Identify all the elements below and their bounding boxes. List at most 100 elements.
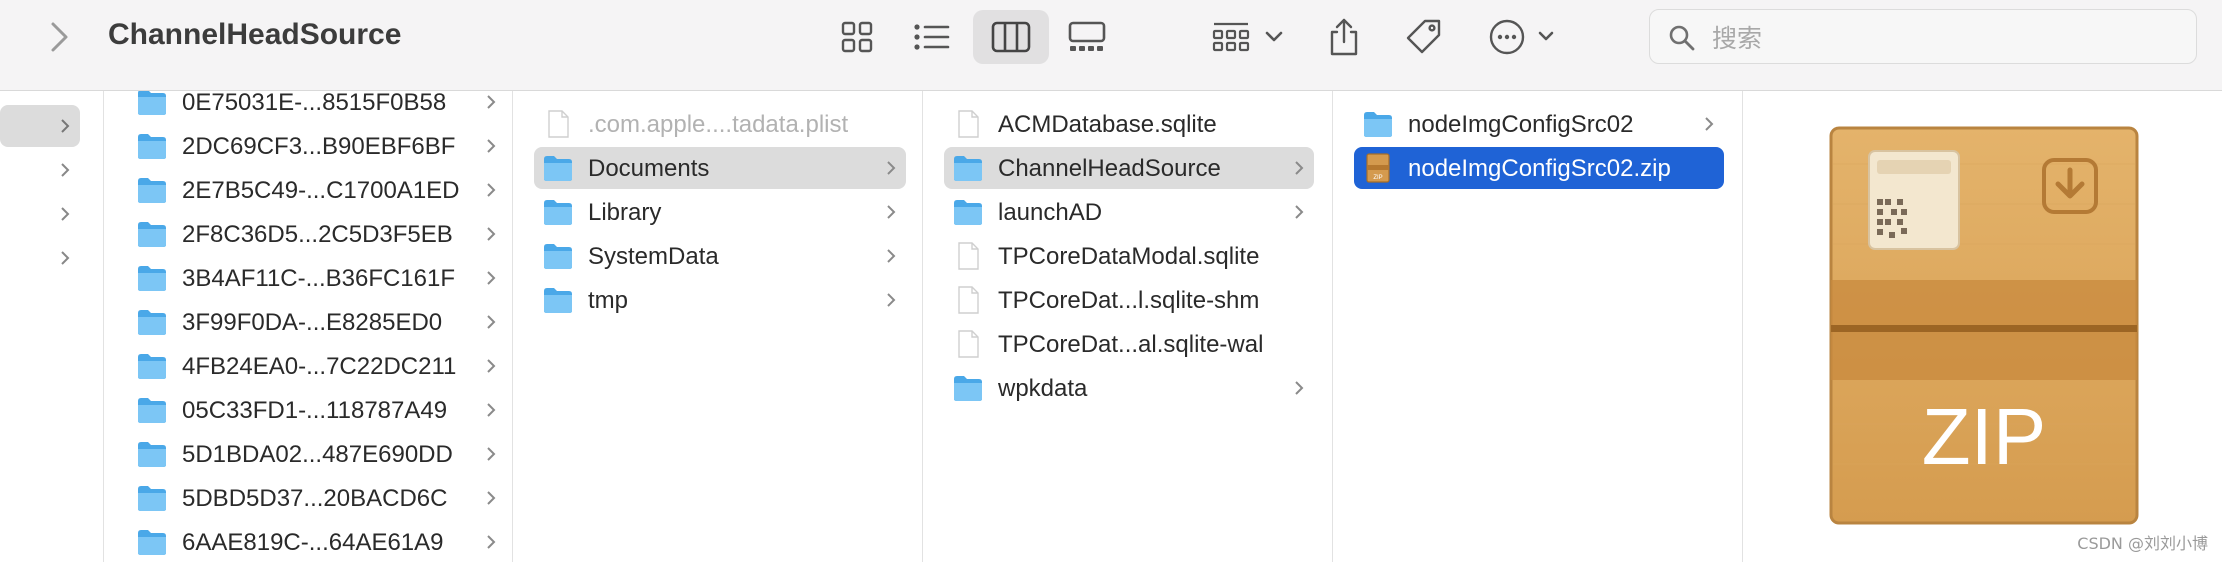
list-item[interactable]: SystemData bbox=[534, 235, 906, 277]
list-item[interactable]: 2E7B5C49-...C1700A1ED bbox=[128, 169, 506, 211]
list-item-selected[interactable]: ZIP nodeImgConfigSrc02.zip bbox=[1354, 147, 1724, 189]
list-item[interactable]: 5DBD5D37...20BACD6C bbox=[128, 477, 506, 519]
chevron-right-icon bbox=[486, 490, 496, 506]
svg-text:ZIP: ZIP bbox=[1373, 175, 1382, 181]
folder-icon bbox=[1362, 109, 1394, 139]
chevron-down-icon bbox=[1265, 31, 1283, 42]
document-icon bbox=[952, 241, 984, 271]
list-item[interactable]: 3B4AF11C-...B36FC161F bbox=[128, 257, 506, 299]
item-label: nodeImgConfigSrc02.zip bbox=[1408, 155, 1671, 182]
column-view-button[interactable] bbox=[973, 10, 1049, 64]
item-label: 3F99F0DA-...E8285ED0 bbox=[182, 309, 443, 336]
list-item[interactable]: .com.apple....tadata.plist bbox=[534, 103, 906, 145]
list-item[interactable]: 3F99F0DA-...E8285ED0 bbox=[128, 301, 506, 343]
folder-icon bbox=[136, 219, 168, 249]
list-item[interactable]: tmp bbox=[534, 279, 906, 321]
list-item[interactable] bbox=[0, 237, 80, 279]
list-item[interactable]: TPCoreDataModal.sqlite bbox=[944, 235, 1314, 277]
item-label: ACMDatabase.sqlite bbox=[998, 111, 1217, 138]
folder-icon bbox=[136, 351, 168, 381]
chevron-right-icon bbox=[886, 160, 896, 176]
chevron-down-icon bbox=[1538, 31, 1554, 41]
list-item[interactable]: wpkdata bbox=[944, 367, 1314, 409]
list-item[interactable]: TPCoreDat...l.sqlite-shm bbox=[944, 279, 1314, 321]
item-label: wpkdata bbox=[998, 375, 1088, 402]
column-uuid-folders: 0E75031E-...8515F0B58 2DC69CF3...B90EBF6B… bbox=[104, 91, 513, 562]
list-item[interactable]: 0E75031E-...8515F0B58 bbox=[128, 91, 506, 123]
folder-icon bbox=[136, 527, 168, 557]
forward-button[interactable] bbox=[44, 20, 74, 54]
folder-icon bbox=[136, 91, 168, 117]
item-label: Library bbox=[588, 199, 662, 226]
item-label: 3B4AF11C-...B36FC161F bbox=[182, 265, 456, 292]
chevron-right-icon bbox=[1294, 160, 1304, 176]
watermark: CSDN @刘刘小博 bbox=[2077, 534, 2208, 553]
chevron-right-icon bbox=[1294, 380, 1304, 396]
folder-icon bbox=[542, 285, 574, 315]
chevron-right-icon bbox=[61, 163, 70, 177]
document-icon bbox=[952, 109, 984, 139]
folder-icon bbox=[542, 153, 574, 183]
gallery-view-icon bbox=[1068, 21, 1106, 51]
folder-icon bbox=[542, 241, 574, 271]
item-label: 5D1BDA02...487E690DD bbox=[182, 441, 453, 468]
zip-archive-icon: ZIP bbox=[1829, 126, 2139, 525]
list-item-selected[interactable]: ChannelHeadSource bbox=[944, 147, 1314, 189]
list-item[interactable]: Library bbox=[534, 191, 906, 233]
list-item[interactable]: 2DC69CF3...B90EBF6BF bbox=[128, 125, 506, 167]
chevron-right-icon bbox=[61, 251, 70, 265]
list-item[interactable]: 6AAE819C-...64AE61A9 bbox=[128, 521, 506, 562]
zip-file-icon: ZIP bbox=[1362, 153, 1394, 183]
list-view-button[interactable] bbox=[908, 10, 956, 64]
chevron-right-icon bbox=[486, 534, 496, 550]
zip-preview: ZIP bbox=[1827, 124, 2141, 529]
list-item[interactable]: launchAD bbox=[944, 191, 1314, 233]
tag-button[interactable] bbox=[1402, 10, 1446, 64]
list-item[interactable] bbox=[0, 149, 80, 191]
chevron-right-icon bbox=[886, 292, 896, 308]
chevron-right-icon bbox=[61, 119, 70, 133]
item-label: 4FB24EA0-...7C22DC211 bbox=[182, 353, 457, 380]
chevron-right-icon bbox=[61, 207, 70, 221]
zip-badge-text: ZIP bbox=[1922, 392, 2046, 481]
item-label: nodeImgConfigSrc02 bbox=[1408, 111, 1634, 138]
search-field[interactable] bbox=[1649, 9, 2197, 64]
share-button[interactable] bbox=[1324, 10, 1364, 64]
list-item-selected[interactable]: Documents bbox=[534, 147, 906, 189]
gallery-view-button[interactable] bbox=[1063, 10, 1111, 64]
search-input[interactable] bbox=[1710, 18, 2174, 58]
icon-view-button[interactable] bbox=[833, 10, 881, 64]
item-label: Documents bbox=[588, 155, 710, 182]
folder-icon bbox=[952, 197, 984, 227]
list-item[interactable]: 4FB24EA0-...7C22DC211 bbox=[128, 345, 506, 387]
list-item[interactable]: 05C33FD1-...118787A49 bbox=[128, 389, 506, 431]
folder-icon bbox=[952, 373, 984, 403]
more-actions-button[interactable] bbox=[1488, 10, 1560, 64]
item-label: 5DBD5D37...20BACD6C bbox=[182, 485, 448, 512]
column-documents: ACMDatabase.sqlite ChannelHeadSource launc… bbox=[923, 91, 1333, 562]
list-item-selected[interactable] bbox=[0, 105, 80, 147]
list-item[interactable] bbox=[0, 193, 80, 235]
document-icon bbox=[952, 329, 984, 359]
chevron-right-icon bbox=[1704, 116, 1714, 132]
folder-icon bbox=[136, 175, 168, 205]
window-title: ChannelHeadSource bbox=[108, 18, 402, 51]
group-button[interactable] bbox=[1212, 10, 1286, 64]
list-view-icon bbox=[914, 24, 950, 50]
list-item[interactable]: 2F8C36D5...2C5D3F5EB bbox=[128, 213, 506, 255]
chevron-right-icon bbox=[486, 402, 496, 418]
folder-icon bbox=[136, 307, 168, 337]
list-item[interactable]: TPCoreDat...al.sqlite-wal bbox=[944, 323, 1314, 365]
item-label: 2DC69CF3...B90EBF6BF bbox=[182, 133, 456, 160]
document-icon bbox=[952, 285, 984, 315]
more-icon bbox=[1489, 19, 1554, 55]
list-item[interactable]: ACMDatabase.sqlite bbox=[944, 103, 1314, 145]
item-label: 2E7B5C49-...C1700A1ED bbox=[182, 177, 460, 204]
chevron-right-icon bbox=[1294, 204, 1304, 220]
item-label: TPCoreDat...al.sqlite-wal bbox=[998, 331, 1264, 358]
item-label: ChannelHeadSource bbox=[998, 155, 1221, 182]
list-item[interactable]: 5D1BDA02...487E690DD bbox=[128, 433, 506, 475]
item-label: TPCoreDataModal.sqlite bbox=[998, 243, 1260, 270]
list-item[interactable]: nodeImgConfigSrc02 bbox=[1354, 103, 1724, 145]
chevron-right-icon bbox=[486, 270, 496, 286]
